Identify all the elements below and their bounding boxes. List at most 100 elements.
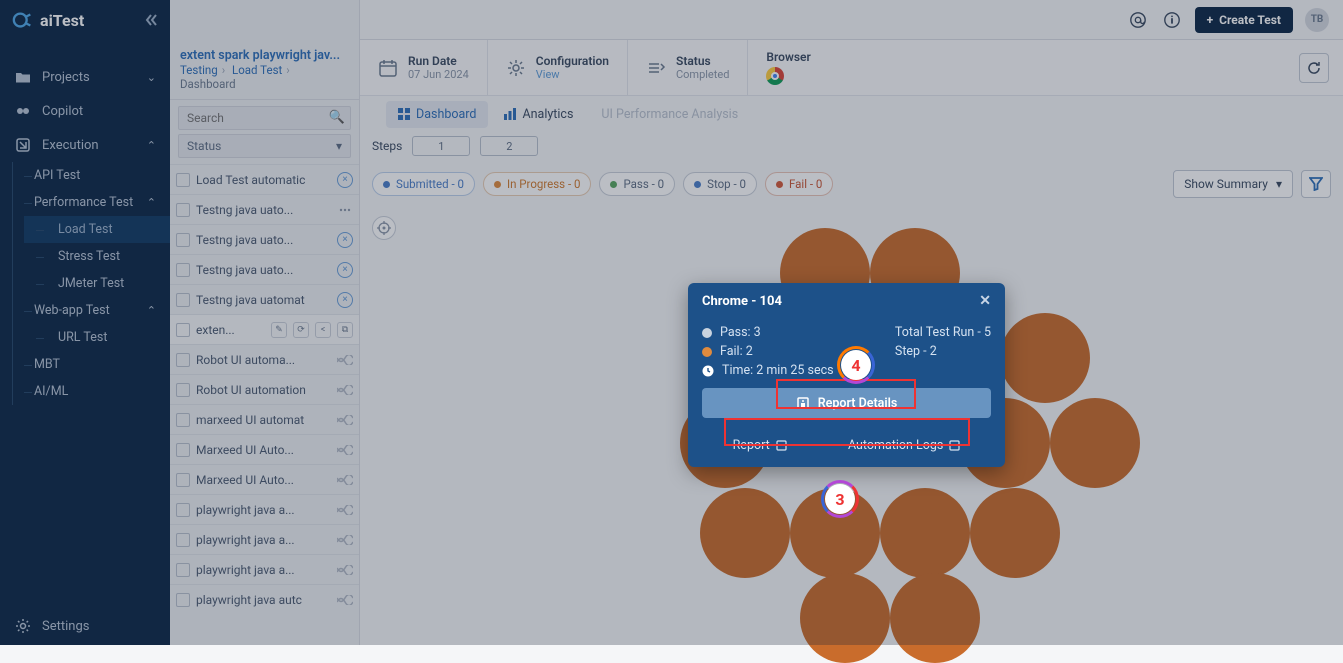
fail-dot-icon — [702, 347, 712, 357]
test-row[interactable]: playwright java a... — [170, 524, 359, 554]
tab-label: UI Performance Analysis — [601, 107, 738, 122]
checkbox[interactable] — [176, 233, 190, 247]
test-list-panel: extent spark playwright jav... Testing› … — [170, 0, 360, 645]
caret-down-icon: ▾ — [336, 139, 342, 153]
nav-stress-test[interactable]: Stress Test — [24, 243, 170, 270]
tab-dashboard[interactable]: Dashboard — [386, 101, 488, 128]
create-test-button[interactable]: + Create Test — [1195, 7, 1293, 33]
test-row[interactable]: Testng java uato... — [170, 194, 359, 224]
refresh-button[interactable] — [1299, 53, 1329, 83]
config-value: View — [536, 68, 609, 81]
share-icon[interactable]: < — [315, 322, 331, 338]
at-icon[interactable] — [1127, 9, 1149, 31]
checkbox[interactable] — [176, 173, 190, 187]
run-icon[interactable]: ⟳ — [293, 322, 309, 338]
status-wave-icon — [337, 472, 353, 488]
test-row[interactable]: playwright java a... — [170, 494, 359, 524]
nav-webapp-test[interactable]: Web-app Test⌃ — [12, 297, 170, 324]
step-2[interactable]: 2 — [480, 136, 538, 156]
recenter-button[interactable] — [372, 216, 396, 240]
test-label: playwright java a... — [196, 563, 331, 577]
nav-execution[interactable]: Execution ⌃ — [0, 128, 170, 162]
checkbox[interactable] — [176, 203, 190, 217]
filter-button[interactable] — [1301, 170, 1331, 198]
external-icon — [949, 440, 960, 451]
nav-projects[interactable]: Projects ⌄ — [0, 60, 170, 94]
test-row[interactable]: playwright java a... — [170, 554, 359, 584]
nav-api-test[interactable]: API Test — [12, 162, 170, 189]
test-row[interactable]: Marxeed UI Auto... — [170, 434, 359, 464]
annotation-marker-3: 3 — [825, 484, 855, 514]
browser-label: Browser — [766, 50, 810, 64]
popup-close-button[interactable]: ✕ — [979, 293, 991, 309]
crumb-dashboard: Dashboard — [180, 77, 349, 91]
result-bubble[interactable] — [800, 573, 890, 663]
test-row[interactable]: Robot UI automa... — [170, 344, 359, 374]
checkbox[interactable] — [176, 353, 190, 367]
test-row[interactable]: Marxeed UI Auto... — [170, 464, 359, 494]
pill-submitted[interactable]: Submitted - 0 — [372, 172, 475, 196]
checkbox[interactable] — [176, 443, 190, 457]
pill-inprogress[interactable]: In Progress - 0 — [483, 172, 592, 196]
nav-copilot[interactable]: Copilot — [0, 94, 170, 128]
nav-aiml[interactable]: AI/ML — [12, 378, 170, 405]
pill-fail[interactable]: Fail - 0 — [765, 172, 833, 196]
crumb-testing[interactable]: Testing — [180, 63, 218, 77]
result-bubble[interactable] — [880, 488, 970, 578]
checkbox[interactable] — [176, 323, 190, 337]
status-select[interactable]: Status ▾ — [178, 134, 351, 158]
crumb-loadtest[interactable]: Load Test — [232, 63, 282, 77]
checkbox[interactable] — [176, 263, 190, 277]
test-row[interactable]: exten... ✎ ⟳ < ⧉ — [170, 314, 359, 344]
tab-analytics[interactable]: Analytics — [492, 101, 585, 128]
test-row[interactable]: marxeed UI automat — [170, 404, 359, 434]
test-label: exten... — [196, 323, 265, 337]
chevron-up-icon: ⌃ — [147, 196, 156, 209]
test-row[interactable]: Testng java uatomat× — [170, 284, 359, 314]
show-summary-select[interactable]: Show Summary▾ — [1173, 170, 1293, 198]
pill-pass[interactable]: Pass - 0 — [599, 172, 675, 196]
checkbox[interactable] — [176, 533, 190, 547]
filter-row: Submitted - 0 In Progress - 0 Pass - 0 S… — [360, 160, 1343, 208]
test-row[interactable]: Load Test automatic× — [170, 164, 359, 194]
clock-icon — [702, 365, 714, 377]
result-bubble[interactable] — [700, 488, 790, 578]
nav-url-test[interactable]: URL Test — [24, 324, 170, 351]
automation-logs-link[interactable]: Automation Logs — [848, 438, 960, 453]
pill-label: Stop - 0 — [707, 177, 746, 191]
result-bubble[interactable] — [890, 573, 980, 663]
test-label: Marxeed UI Auto... — [196, 473, 331, 487]
nav-performance-test[interactable]: Performance Test⌃ — [12, 189, 170, 216]
checkbox[interactable] — [176, 593, 190, 607]
test-row[interactable]: Testng java uato...× — [170, 254, 359, 284]
test-row[interactable]: Robot UI automation — [170, 374, 359, 404]
nav-mbt[interactable]: MBT — [12, 351, 170, 378]
checkbox[interactable] — [176, 413, 190, 427]
info-icon[interactable] — [1161, 9, 1183, 31]
result-bubble[interactable] — [1000, 313, 1090, 403]
checkbox[interactable] — [176, 503, 190, 517]
report-link[interactable]: Report — [733, 438, 787, 453]
result-bubble[interactable] — [970, 488, 1060, 578]
checkbox[interactable] — [176, 473, 190, 487]
nav-settings[interactable]: Settings — [0, 607, 170, 645]
pill-stop[interactable]: Stop - 0 — [683, 172, 757, 196]
copy-icon[interactable]: ⧉ — [337, 322, 353, 338]
checkbox[interactable] — [176, 383, 190, 397]
run-date-value: 07 Jun 2024 — [408, 68, 469, 81]
collapse-sidebar-button[interactable] — [144, 13, 158, 27]
nav-jmeter-test[interactable]: JMeter Test — [24, 270, 170, 297]
edit-icon[interactable]: ✎ — [271, 322, 287, 338]
test-row[interactable]: playwright java autc — [170, 584, 359, 614]
checkbox[interactable] — [176, 563, 190, 577]
report-details-button[interactable]: Report Details — [702, 388, 991, 418]
nav-load-test[interactable]: Load Test — [24, 216, 170, 243]
step-1[interactable]: 1 — [412, 136, 470, 156]
user-avatar[interactable]: TB — [1305, 8, 1329, 32]
report-icon — [796, 396, 810, 410]
info-configuration[interactable]: ConfigurationView — [488, 40, 628, 95]
search-input[interactable] — [178, 106, 351, 130]
result-bubble[interactable] — [1050, 398, 1140, 488]
test-row[interactable]: Testng java uato...× — [170, 224, 359, 254]
checkbox[interactable] — [176, 293, 190, 307]
